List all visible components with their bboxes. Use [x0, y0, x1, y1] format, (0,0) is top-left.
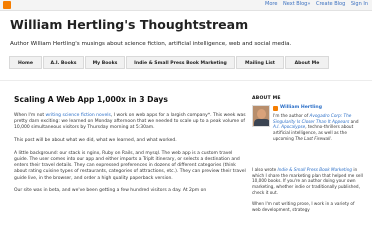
- blogger-logo-icon[interactable]: [3, 1, 11, 9]
- navbar-link-sign-in[interactable]: Sign In: [351, 1, 368, 7]
- navbar-link-next-blog[interactable]: Next Blog»: [283, 1, 310, 7]
- navbar-link-more[interactable]: More: [265, 1, 277, 7]
- sidebar-bio: I'm the author of Avogadro Corp: The Sin…: [273, 113, 365, 142]
- page-tabs: Home A.I. Books My Books Indie & Small P…: [9, 56, 331, 70]
- bio-text: and: [349, 118, 359, 124]
- content-divider: [0, 80, 372, 81]
- post-paragraph: When I'm not writing science fiction nov…: [14, 113, 246, 132]
- bio-link-book-marketing[interactable]: Indie & Small Press Book Marketing: [278, 167, 352, 172]
- tab-mailing-list[interactable]: Mailing List: [236, 56, 284, 69]
- navbar-links: More Next Blog» Create Blog Sign In: [261, 1, 368, 7]
- sidebar-about-me: ABOUT ME William Hertling I'm the author…: [252, 96, 366, 212]
- post-body: When I'm not writing science fiction nov…: [14, 113, 246, 201]
- post-paragraph: This post will be about what we did, wha…: [14, 138, 177, 144]
- sidebar-paragraph: I also wrote Indie & Small Press Book Ma…: [252, 167, 364, 196]
- bio-text: I also wrote: [252, 167, 278, 172]
- bio-link-ai-apocalypse[interactable]: A.I. Apocalypse: [273, 124, 305, 129]
- sidebar-bio-more: I also wrote Indie & Small Press Book Ma…: [252, 167, 364, 218]
- tab-my-books[interactable]: My Books: [85, 56, 125, 69]
- bio-upcoming-title: The Last Firewall: [295, 135, 331, 141]
- tab-about-me[interactable]: About Me: [285, 56, 329, 69]
- blogger-navbar: More Next Blog» Create Blog Sign In: [0, 0, 372, 11]
- post-link-science-fiction[interactable]: writing science fiction novels: [46, 113, 111, 118]
- post-paragraph: Our site was in beta, and we've been get…: [14, 188, 207, 194]
- blog-description: Author William Hertling's musings about …: [10, 41, 292, 47]
- profile-icon: [273, 106, 278, 111]
- profile-name-link[interactable]: William Hertling: [280, 105, 322, 110]
- tab-home[interactable]: Home: [9, 56, 42, 69]
- avatar[interactable]: [252, 105, 270, 127]
- sidebar-title: ABOUT ME: [252, 96, 281, 101]
- post-paragraph: A little background: our stack is nginx,…: [14, 150, 246, 181]
- tab-ai-books[interactable]: A.I. Books: [43, 56, 84, 69]
- bio-text: .: [330, 135, 332, 141]
- post-title[interactable]: Scaling A Web App 1,000x in 3 Days: [14, 95, 168, 104]
- post-text: When I'm not: [14, 113, 46, 118]
- bio-text: I'm the author of: [273, 113, 310, 118]
- sidebar-paragraph: When I'm not writing prose, I work in a …: [252, 201, 355, 212]
- tab-book-marketing[interactable]: Indie & Small Press Book Marketing: [126, 56, 235, 69]
- blog-title[interactable]: William Hertling's Thoughtstream: [10, 17, 248, 32]
- navbar-link-create-blog[interactable]: Create Blog: [316, 1, 345, 7]
